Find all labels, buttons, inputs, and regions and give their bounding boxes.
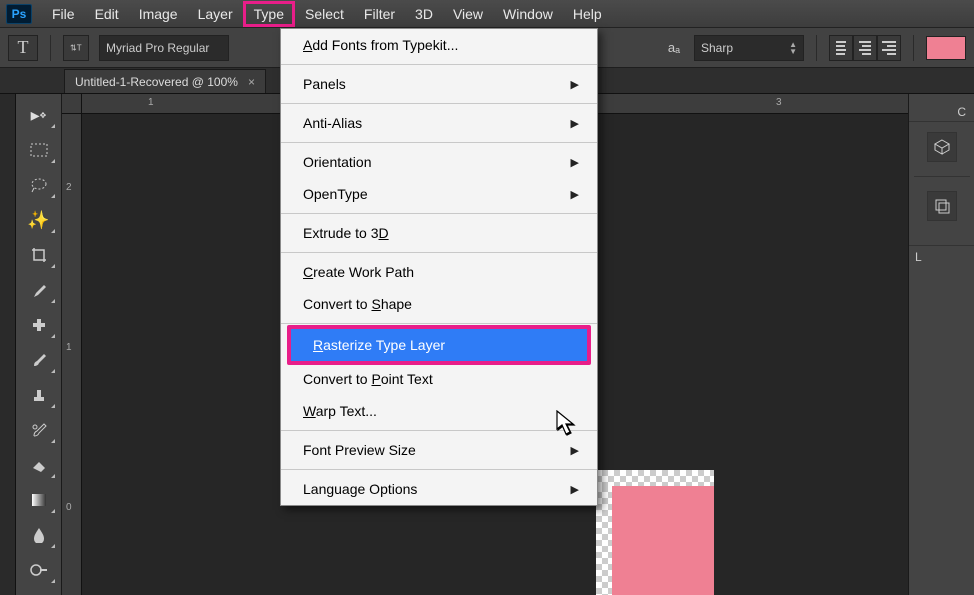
ruler-tick: 0	[66, 502, 72, 513]
panel-layers-icon[interactable]	[927, 191, 957, 221]
align-left-button[interactable]	[829, 35, 853, 61]
menu-view[interactable]: View	[443, 2, 493, 26]
menu-separator	[281, 469, 597, 470]
menu-select[interactable]: Select	[295, 2, 354, 26]
menu-layer[interactable]: Layer	[188, 2, 243, 26]
magic-wand-tool-icon[interactable]: ✨	[21, 205, 57, 235]
anti-alias-label: aₐ	[664, 40, 684, 55]
menu-font-preview-size[interactable]: Font Preview Size▶	[281, 434, 597, 466]
ruler-tick: 1	[148, 97, 154, 108]
menu-add-fonts-typekit[interactable]: Add Fonts from Typekit...	[281, 29, 597, 61]
document-tab-title: Untitled-1-Recovered @ 100%	[75, 75, 238, 89]
submenu-arrow-icon: ▶	[571, 78, 579, 91]
align-right-button[interactable]	[877, 35, 901, 61]
menu-separator	[281, 64, 597, 65]
menu-image[interactable]: Image	[129, 2, 188, 26]
text-color-swatch[interactable]	[926, 36, 966, 60]
divider	[50, 35, 51, 61]
stepper-arrows-icon[interactable]: ▲▼	[789, 41, 797, 55]
ruler-vertical[interactable]: 2 1 0	[62, 114, 82, 595]
ruler-tick: 2	[66, 182, 72, 193]
menu-type[interactable]: Type	[243, 1, 295, 27]
move-tool-icon[interactable]: ▸✥	[21, 100, 57, 130]
menu-convert-to-point-text[interactable]: Convert to Point Text	[281, 363, 597, 395]
menu-file[interactable]: File	[42, 2, 85, 26]
menu-warp-text[interactable]: Warp Text...	[281, 395, 597, 427]
blur-tool-icon[interactable]	[21, 520, 57, 550]
eyedropper-tool-icon[interactable]	[21, 275, 57, 305]
svg-text:⇅T: ⇅T	[70, 43, 82, 52]
menu-help[interactable]: Help	[563, 2, 612, 26]
menu-panels[interactable]: Panels▶	[281, 68, 597, 100]
ruler-tick: 1	[66, 342, 72, 353]
divider	[816, 35, 817, 61]
menu-opentype[interactable]: OpenType▶	[281, 178, 597, 210]
type-menu-dropdown: Add Fonts from Typekit... Panels▶ Anti-A…	[280, 28, 598, 506]
menu-create-work-path[interactable]: Create Work Path	[281, 256, 597, 288]
menu-separator	[281, 213, 597, 214]
panel-tab-l[interactable]: L	[909, 245, 974, 264]
menubar: Ps File Edit Image Layer Type Select Fil…	[0, 0, 974, 28]
document-tab[interactable]: Untitled-1-Recovered @ 100% ×	[64, 69, 266, 93]
brush-tool-icon[interactable]	[21, 345, 57, 375]
menu-convert-to-shape[interactable]: Convert to Shape	[281, 288, 597, 320]
menu-3d[interactable]: 3D	[405, 2, 443, 26]
text-align-group	[829, 35, 901, 61]
anti-alias-value: Sharp	[701, 41, 733, 55]
font-family-field[interactable]: Myriad Pro Regular	[99, 35, 229, 61]
divider	[913, 35, 914, 61]
menu-orientation[interactable]: Orientation▶	[281, 146, 597, 178]
menu-anti-alias[interactable]: Anti-Alias▶	[281, 107, 597, 139]
panel-tab-c[interactable]: C	[909, 102, 974, 122]
lasso-tool-icon[interactable]	[21, 170, 57, 200]
text-orientation-toggle-icon[interactable]: ⇅T	[63, 35, 89, 61]
canvas-transparency-checker	[596, 470, 714, 486]
submenu-arrow-icon: ▶	[571, 444, 579, 457]
menu-language-options[interactable]: Language Options▶	[281, 473, 597, 505]
crop-tool-icon[interactable]	[21, 240, 57, 270]
history-brush-tool-icon[interactable]	[21, 415, 57, 445]
right-panel: C L	[908, 94, 974, 595]
gradient-tool-icon[interactable]	[21, 485, 57, 515]
menu-edit[interactable]: Edit	[85, 2, 129, 26]
panel-separator	[914, 176, 970, 177]
healing-brush-tool-icon[interactable]	[21, 310, 57, 340]
anti-alias-select[interactable]: Sharp ▲▼	[694, 35, 804, 61]
align-center-button[interactable]	[853, 35, 877, 61]
submenu-arrow-icon: ▶	[571, 117, 579, 130]
canvas-content-shape[interactable]	[612, 486, 714, 595]
menu-extrude-3d[interactable]: Extrude to 3D	[281, 217, 597, 249]
dodge-tool-icon[interactable]	[21, 555, 57, 585]
menu-separator	[281, 430, 597, 431]
ruler-corner	[62, 94, 82, 114]
menu-window[interactable]: Window	[493, 2, 563, 26]
menu-separator	[281, 142, 597, 143]
canvas-transparency-checker	[596, 486, 612, 595]
menu-rasterize-type-layer[interactable]: Rasterize Type Layer	[291, 329, 587, 361]
type-tool-preset-icon[interactable]: T	[8, 35, 38, 61]
submenu-arrow-icon: ▶	[571, 156, 579, 169]
app-logo: Ps	[6, 4, 32, 24]
panel-3d-icon[interactable]	[927, 132, 957, 162]
marquee-tool-icon[interactable]	[21, 135, 57, 165]
eraser-tool-icon[interactable]	[21, 450, 57, 480]
menu-filter[interactable]: Filter	[354, 2, 405, 26]
close-tab-icon[interactable]: ×	[248, 75, 255, 89]
ruler-tick: 3	[776, 97, 782, 108]
left-well	[0, 94, 16, 595]
menu-rasterize-highlight-box: Rasterize Type Layer	[287, 325, 591, 365]
submenu-arrow-icon: ▶	[571, 188, 579, 201]
menu-separator	[281, 252, 597, 253]
menu-separator	[281, 323, 597, 324]
submenu-arrow-icon: ▶	[571, 483, 579, 496]
menu-separator	[281, 103, 597, 104]
clone-stamp-tool-icon[interactable]	[21, 380, 57, 410]
toolbar: ▸✥ ✨	[16, 94, 62, 595]
